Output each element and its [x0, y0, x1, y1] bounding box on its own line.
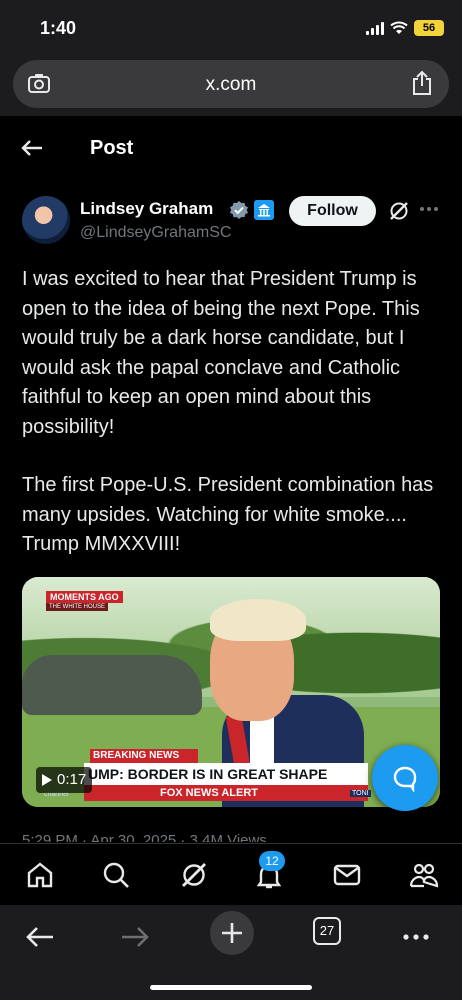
- grok-icon[interactable]: [388, 200, 410, 222]
- browser-address-bar: x.com: [0, 56, 462, 116]
- author-handle[interactable]: @LindseyGrahamSC: [80, 224, 231, 242]
- home-icon[interactable]: [25, 860, 55, 890]
- post-paragraph: The first Pope-U.S. President combinatio…: [22, 474, 434, 555]
- video-duration[interactable]: 0:17: [36, 767, 93, 793]
- post-paragraph: I was excited to hear that President Tru…: [22, 268, 420, 438]
- moments-ago-label: MOMENTS AGO: [46, 591, 123, 603]
- duration-text: 0:17: [57, 771, 87, 788]
- post-meta: 5:29 PM · Apr 30, 2025 · 3.4M Views: [22, 832, 267, 842]
- more-options-icon[interactable]: [419, 206, 439, 212]
- browser-back-icon[interactable]: [20, 917, 60, 957]
- plus-icon: [222, 923, 242, 943]
- video-helicopter: [22, 655, 202, 715]
- page-title: Post: [90, 137, 134, 159]
- share-icon[interactable]: [411, 70, 433, 96]
- verified-badge-icon: [230, 201, 248, 219]
- lower-third-tag: TONI: [350, 790, 371, 797]
- signal-icon: [366, 21, 384, 35]
- communities-icon[interactable]: [409, 860, 439, 890]
- browser-forward-icon[interactable]: [115, 917, 155, 957]
- author-name[interactable]: Lindsey Graham: [80, 199, 213, 219]
- follow-button[interactable]: Follow: [289, 196, 376, 226]
- avatar[interactable]: [22, 196, 70, 244]
- author-row: Lindsey Graham @LindseyGrahamSC Follow: [0, 190, 462, 254]
- new-tab-button[interactable]: [210, 911, 254, 955]
- breaking-news-label: BREAKING NEWS: [90, 749, 198, 763]
- tabs-button[interactable]: 27: [313, 917, 341, 945]
- url-text: x.com: [205, 74, 257, 95]
- grok-nav-icon[interactable]: [179, 860, 209, 890]
- status-bar: 1:40 56: [0, 0, 462, 56]
- back-arrow-icon[interactable]: [20, 136, 44, 160]
- browser-toolbar: 27: [0, 905, 462, 1000]
- play-icon: [42, 774, 52, 786]
- messages-icon[interactable]: [332, 860, 362, 890]
- video-person-hair: [210, 599, 306, 641]
- compose-reply-button[interactable]: [372, 745, 438, 811]
- location-label: THE WHITE HOUSE: [46, 603, 109, 611]
- battery-icon: 56: [414, 20, 444, 36]
- status-indicators: 56: [366, 20, 444, 36]
- url-field[interactable]: x.com: [13, 60, 449, 108]
- search-icon[interactable]: [101, 860, 131, 890]
- wifi-icon: [390, 21, 408, 34]
- government-badge-icon: [254, 200, 274, 220]
- news-alert-label: FOX NEWS ALERT: [84, 785, 368, 801]
- status-time: 1:40: [40, 18, 77, 38]
- reply-bubble-icon: [393, 766, 417, 792]
- notifications-badge: 12: [259, 851, 285, 871]
- post-text: I was excited to hear that President Tru…: [22, 265, 447, 589]
- browser-menu-icon[interactable]: [396, 917, 436, 957]
- post-header: Post: [0, 116, 462, 180]
- home-indicator[interactable]: [150, 985, 312, 990]
- news-headline: UMP: BORDER IS IN GREAT SHAPE: [84, 763, 368, 785]
- app-bottom-nav: 12: [0, 843, 462, 905]
